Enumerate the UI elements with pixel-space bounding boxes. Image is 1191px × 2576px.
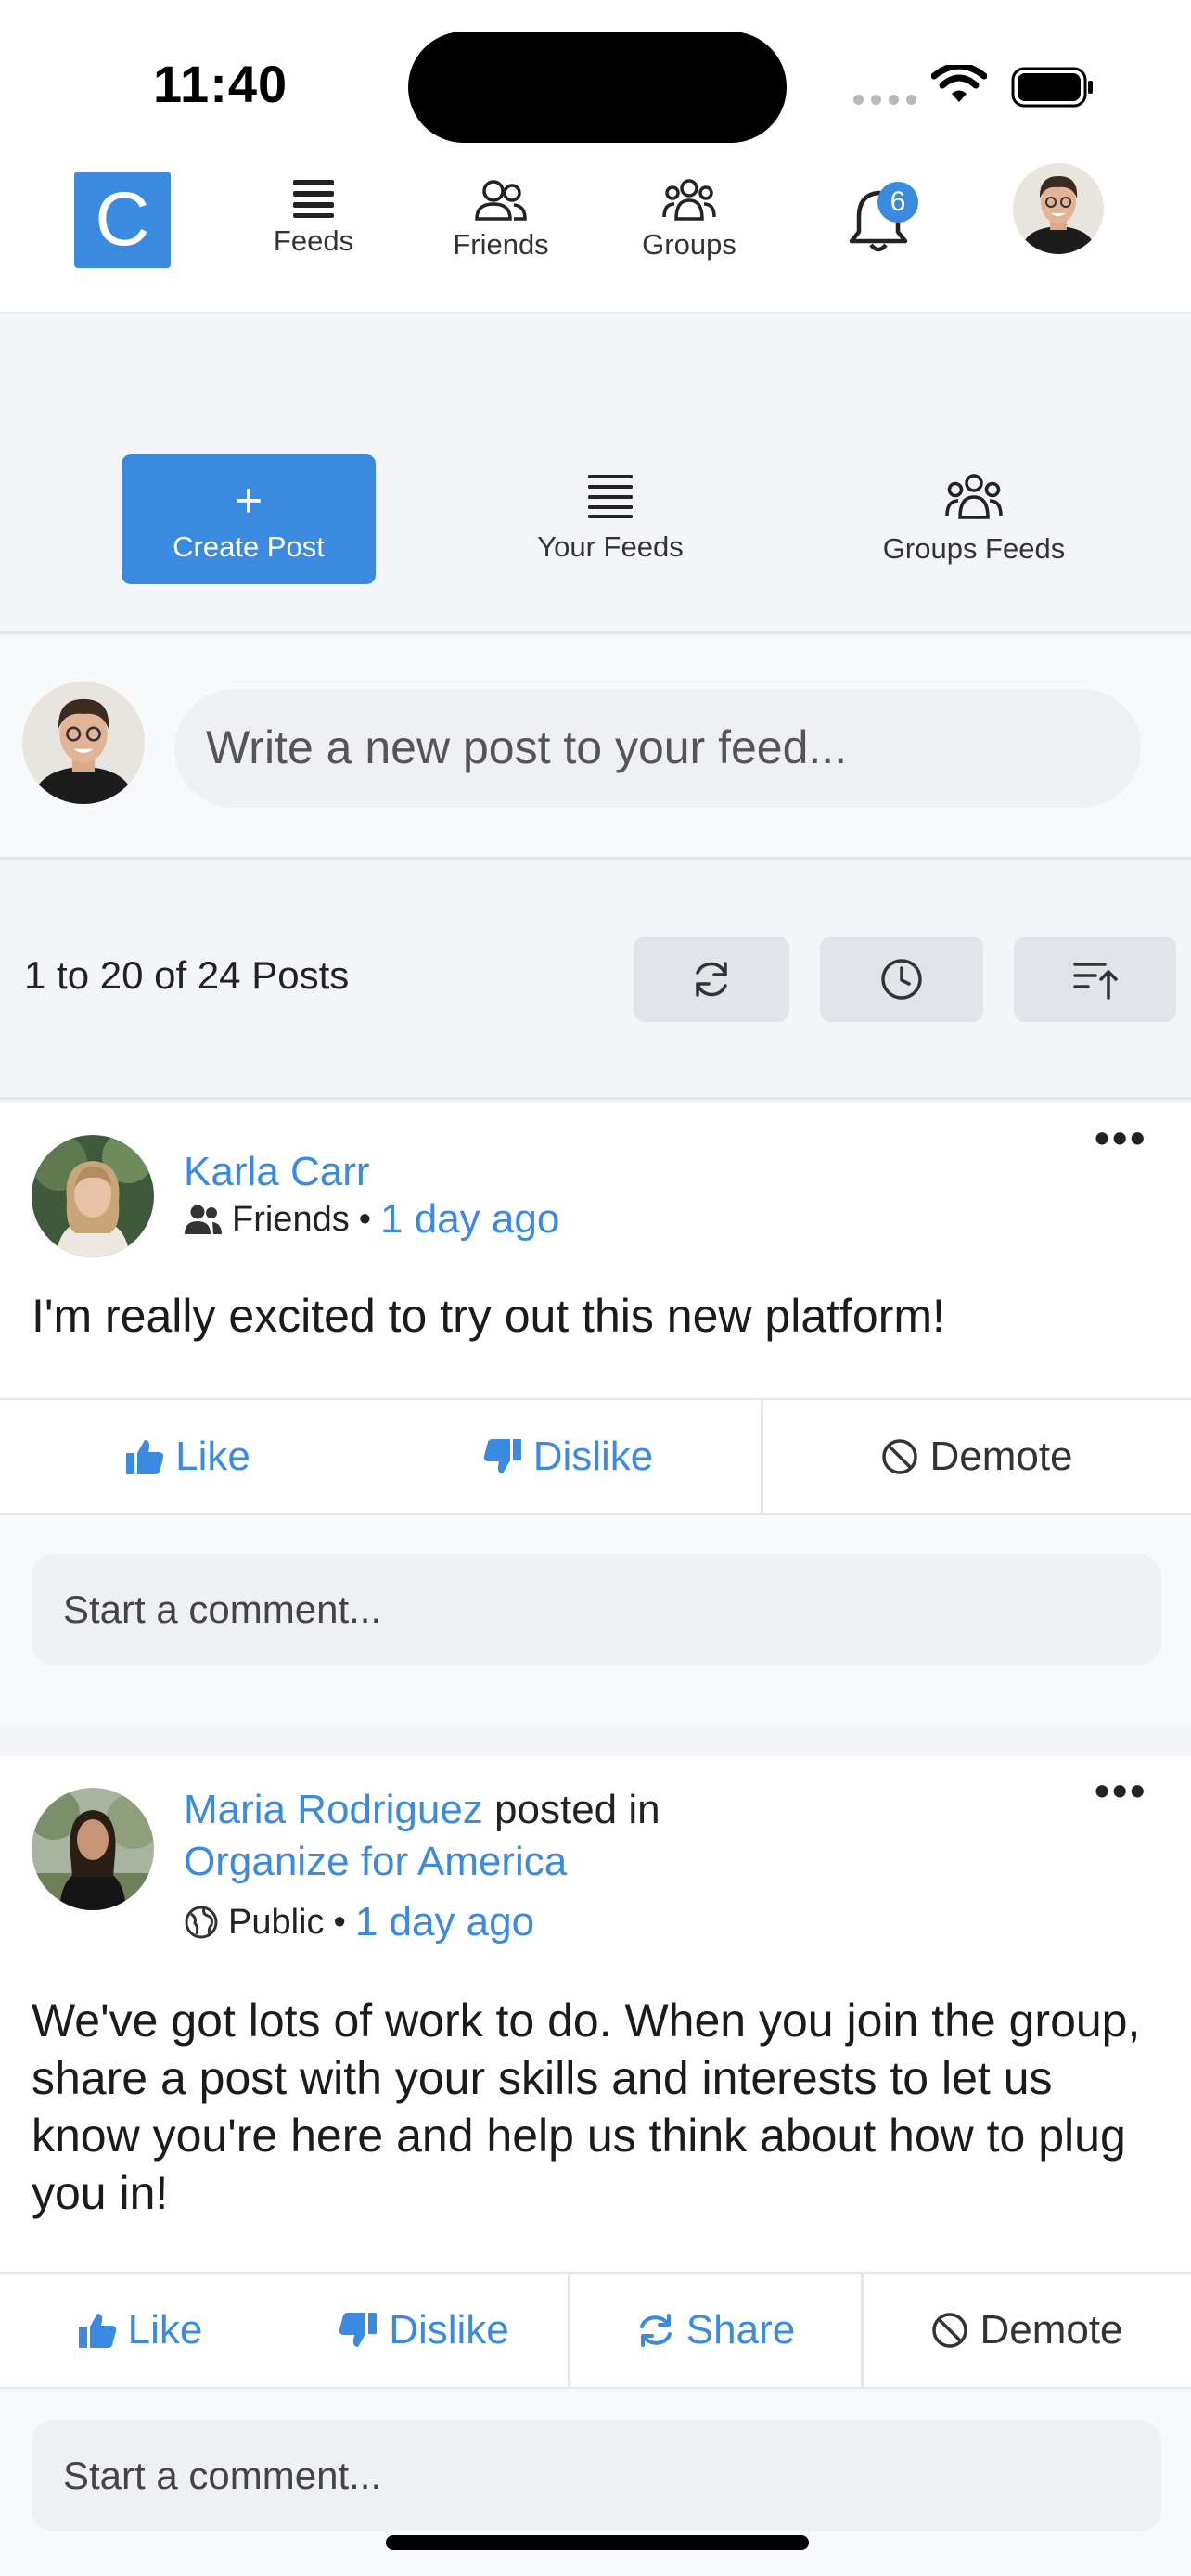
- groups-feeds-label: Groups Feeds: [882, 532, 1066, 565]
- status-time: 11:40: [153, 55, 288, 113]
- share-button[interactable]: Share: [568, 2274, 861, 2387]
- post-author-name[interactable]: Karla Carr: [184, 1149, 370, 1194]
- wifi-icon: [931, 65, 987, 106]
- share-icon: [636, 2312, 675, 2349]
- feeds-icon: [471, 473, 749, 519]
- post-author-name[interactable]: Maria Rodriguez: [184, 1787, 483, 1832]
- notification-badge: 6: [877, 182, 918, 223]
- sort-order-button[interactable]: [1014, 937, 1176, 1022]
- meta-separator: •: [333, 1902, 346, 1942]
- posted-in-text: posted in: [494, 1787, 660, 1832]
- status-bar: 11:40: [0, 0, 1191, 148]
- post-card: ••• Karla Carr Friends • 1 day ago I'm r…: [0, 1103, 1191, 1725]
- refresh-icon: [688, 956, 735, 1002]
- thumbs-up-icon: [125, 1438, 164, 1475]
- new-post-input[interactable]: Write a new post to your feed...: [174, 689, 1141, 808]
- post-author-line: Maria Rodriguez posted in Organize for A…: [184, 1784, 660, 1888]
- friends-icon: [184, 1204, 223, 1235]
- app-logo[interactable]: C: [74, 172, 171, 268]
- user-avatar[interactable]: [1013, 163, 1104, 254]
- nav-feeds-label: Feeds: [273, 224, 354, 257]
- post-options-icon[interactable]: •••: [1095, 1766, 1147, 1816]
- refresh-button[interactable]: [634, 937, 789, 1022]
- plus-icon: +: [234, 474, 263, 528]
- posts-count: 1 to 20 of 24 Posts: [24, 953, 350, 997]
- feed-action-bar: + Create Post Your Feeds Groups Feeds: [0, 315, 1191, 634]
- comment-input[interactable]: Start a comment...: [32, 2420, 1161, 2531]
- thumbs-up-icon: [78, 2312, 117, 2349]
- like-button[interactable]: Like: [0, 2274, 280, 2387]
- thumbs-down-icon: [483, 1438, 522, 1475]
- clock-icon: [878, 956, 925, 1002]
- comment-zone: Start a comment...: [0, 1515, 1191, 1725]
- post-author-avatar[interactable]: [32, 1788, 154, 1910]
- create-post-button[interactable]: + Create Post: [122, 454, 376, 584]
- post-body: We've got lots of work to do. When you j…: [32, 1995, 1141, 2219]
- cellular-signal-icon: [853, 95, 916, 105]
- post-composer: Write a new post to your feed...: [0, 637, 1191, 860]
- home-indicator: [386, 2535, 809, 2550]
- demote-button[interactable]: Demote: [861, 2274, 1191, 2387]
- globe-icon: [184, 1905, 219, 1940]
- ban-icon: [931, 2312, 968, 2349]
- post-audience: Friends: [232, 1199, 350, 1239]
- comment-input[interactable]: Start a comment...: [32, 1554, 1161, 1665]
- groups-icon: [835, 473, 1113, 521]
- post-meta: Friends • 1 day ago: [184, 1196, 559, 1243]
- composer-avatar: [22, 682, 145, 804]
- like-label: Like: [127, 2307, 203, 2353]
- dislike-button[interactable]: Dislike: [376, 1400, 761, 1513]
- ban-icon: [881, 1438, 918, 1475]
- your-feeds-label: Your Feeds: [537, 530, 684, 563]
- recent-sort-button[interactable]: [820, 937, 983, 1022]
- top-navigation: C Feeds Friends Groups 6: [0, 148, 1191, 313]
- post-author-line: Karla Carr: [184, 1146, 370, 1198]
- nav-feeds[interactable]: Feeds: [235, 178, 392, 258]
- nav-friends-label: Friends: [453, 228, 549, 261]
- meta-separator: •: [358, 1199, 372, 1239]
- dynamic-island: [408, 32, 787, 143]
- your-feeds-tab[interactable]: Your Feeds: [471, 473, 749, 564]
- groups-feeds-tab[interactable]: Groups Feeds: [835, 473, 1113, 566]
- nav-groups[interactable]: Groups: [610, 178, 768, 261]
- post-options-icon[interactable]: •••: [1095, 1113, 1147, 1163]
- demote-label: Demote: [929, 1434, 1073, 1479]
- feeds-icon: [235, 178, 392, 219]
- dislike-label: Dislike: [389, 2307, 509, 2353]
- dislike-button[interactable]: Dislike: [280, 2274, 568, 2387]
- post-time-ago[interactable]: 1 day ago: [355, 1899, 534, 1945]
- nav-groups-label: Groups: [642, 228, 736, 261]
- thumbs-down-icon: [339, 2312, 378, 2349]
- post-audience: Public: [228, 1902, 325, 1942]
- sort-ascending-icon: [1071, 957, 1120, 1001]
- dislike-label: Dislike: [532, 1434, 654, 1479]
- post-meta: Public • 1 day ago: [184, 1899, 534, 1945]
- like-label: Like: [175, 1434, 250, 1479]
- create-post-label: Create Post: [173, 530, 325, 563]
- battery-icon: [1011, 67, 1095, 108]
- like-button[interactable]: Like: [0, 1400, 376, 1513]
- friends-icon: [422, 178, 580, 223]
- post-time-ago[interactable]: 1 day ago: [380, 1196, 559, 1243]
- post-group-link[interactable]: Organize for America: [184, 1839, 567, 1884]
- post-actions: Like Dislike Share Demote: [0, 2272, 1191, 2389]
- post-card: ••• Maria Rodriguez posted in Organize f…: [0, 1756, 1191, 2576]
- post-body: I'm really excited to try out this new p…: [32, 1290, 945, 1342]
- post-actions: Like Dislike Demote: [0, 1398, 1191, 1515]
- post-author-avatar[interactable]: [32, 1135, 154, 1257]
- notifications-button[interactable]: 6: [846, 182, 918, 254]
- share-label: Share: [685, 2307, 796, 2353]
- demote-label: Demote: [980, 2307, 1123, 2353]
- posts-toolbar: 1 to 20 of 24 Posts: [0, 862, 1191, 1100]
- groups-icon: [610, 178, 768, 223]
- nav-friends[interactable]: Friends: [422, 178, 580, 261]
- demote-button[interactable]: Demote: [761, 1400, 1191, 1513]
